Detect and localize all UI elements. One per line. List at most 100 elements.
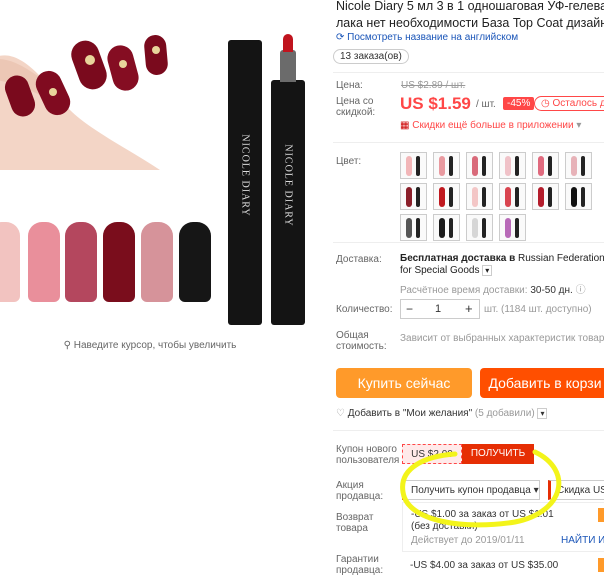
find-more-link[interactable]: НАЙТИ ИЗ — [561, 535, 604, 546]
divider — [333, 142, 604, 143]
coupon-tab-marker — [598, 508, 604, 522]
zoom-hint-text: Наведите курсор, чтобы увеличить — [73, 340, 237, 351]
bottle-5 — [141, 222, 173, 302]
color-swatch[interactable] — [433, 183, 460, 210]
color-swatch[interactable] — [400, 183, 427, 210]
swatch-pen — [515, 187, 519, 207]
guarantee-label: Гарантии продавца: — [336, 554, 383, 576]
coupon1-valid: Действует до 2019/01/11 — [411, 535, 525, 546]
color-swatch[interactable] — [400, 214, 427, 241]
qr-code-icon: ▦ — [400, 120, 410, 131]
hand-image — [0, 35, 168, 170]
swatch-pen — [416, 218, 420, 238]
plus-button[interactable]: + — [465, 301, 473, 316]
minus-button[interactable]: − — [406, 302, 413, 316]
swatch-bottle — [439, 218, 445, 238]
current-price: US $1.59 — [400, 94, 471, 113]
return-label-2: товара — [336, 523, 368, 534]
pen-brand-text-2: NICOLE DIARY — [282, 143, 294, 227]
product-image[interactable]: NICOLE DIARY NICOLE DIARY — [0, 0, 322, 330]
remaining-text: Осталось дней — [552, 98, 604, 109]
quantity-input[interactable]: 1 — [435, 303, 441, 315]
quantity-label: Количество: — [336, 304, 393, 315]
zoom-hint: ⚲ Наведите курсор, чтобы увеличить — [0, 340, 300, 351]
delivery-time-value: 30-50 дн. — [530, 285, 573, 296]
price-unit: / шт. — [476, 99, 496, 110]
remaining-badge: ◷ Осталось дней — [534, 96, 604, 111]
color-swatch[interactable] — [433, 152, 460, 179]
swatch-bottle — [406, 156, 412, 176]
total-value: Зависит от выбранных характеристик товар… — [400, 333, 604, 344]
coupon-tab-marker-2 — [598, 558, 604, 572]
delivery-time-label: Расчётное время доставки: — [400, 285, 528, 296]
swatch-pen — [515, 218, 519, 238]
swatch-pen — [581, 156, 585, 176]
total-label-1: Общая — [336, 330, 369, 341]
color-swatch[interactable] — [565, 183, 592, 210]
swatch-bottle — [538, 156, 544, 176]
guarantee-label-2: продавца: — [336, 565, 384, 576]
wishlist-count: (5 добавили) — [474, 408, 535, 419]
app-discount[interactable]: ▦ Скидки ещё больше в приложении ▾ — [400, 120, 581, 131]
app-discount-text[interactable]: Скидки ещё больше в приложении — [412, 120, 573, 131]
wishlist-text[interactable]: Добавить в "Мои желания" — [348, 408, 472, 419]
swatch-pen — [416, 187, 420, 207]
seller-promo-label: Акция продавца: — [336, 480, 383, 502]
swatch-pen — [449, 156, 453, 176]
title-line-2: лака нет необходимости База Top Coat диз… — [336, 16, 604, 30]
swatch-bottle — [406, 218, 412, 238]
color-label: Цвет: — [336, 156, 362, 167]
delivery-line2: for Special Goods ▾ — [400, 265, 493, 276]
swatch-bottle — [472, 156, 478, 176]
orders-badge: 13 заказа(ов) — [333, 49, 409, 64]
color-swatch[interactable] — [466, 152, 493, 179]
color-swatch[interactable] — [466, 214, 493, 241]
color-swatch[interactable] — [499, 214, 526, 241]
new-user-label-1: Купон нового — [336, 444, 397, 455]
seller-label-1: Акция — [336, 480, 364, 491]
color-swatch[interactable] — [565, 152, 592, 179]
chevron-down-icon[interactable]: ▾ — [537, 408, 548, 419]
guarantee-label-1: Гарантии — [336, 554, 379, 565]
pen-brand-text: NICOLE DIARY — [239, 133, 251, 217]
swatch-bottle — [571, 156, 577, 176]
quantity-stepper[interactable]: − 1 + — [400, 299, 480, 319]
translate-link-text[interactable]: Посмотреть название на английском — [347, 32, 518, 43]
delivery-label: Доставка: — [336, 254, 382, 265]
swatch-pen — [515, 156, 519, 176]
discount-price-label: Цена со скидкой: — [336, 96, 376, 118]
delivery-region[interactable]: Russian Federation — [518, 253, 604, 264]
swatch-bottle — [472, 218, 478, 238]
info-icon[interactable]: ⓘ — [576, 285, 586, 296]
divider — [333, 242, 604, 243]
color-swatch[interactable] — [400, 152, 427, 179]
add-to-cart-button[interactable]: Добавить в корзи — [480, 368, 604, 398]
old-price: US $2.89 / шт. — [401, 80, 466, 91]
translate-link[interactable]: ⟳ Посмотреть название на английском — [336, 32, 518, 43]
seller-label-2: продавца: — [336, 491, 384, 502]
color-swatch[interactable] — [466, 183, 493, 210]
bottle-4 — [103, 222, 135, 302]
swatch-pen — [449, 187, 453, 207]
swatch-pen — [449, 218, 453, 238]
title-line-1: Nicole Diary 5 мл 3 в 1 одношаговая УФ-г… — [336, 0, 604, 13]
swatch-pen — [416, 156, 420, 176]
bottle-row — [0, 222, 215, 302]
heart-icon: ♡ — [336, 408, 345, 419]
buy-now-button[interactable]: Купить сейчас — [336, 368, 472, 398]
search-icon: ⚲ — [63, 340, 71, 351]
swatch-bottle — [538, 187, 544, 207]
color-swatch[interactable] — [433, 214, 460, 241]
color-swatch[interactable] — [499, 152, 526, 179]
chevron-down-icon[interactable]: ▾ — [482, 265, 493, 276]
color-swatch[interactable] — [532, 183, 559, 210]
swatch-bottle — [571, 187, 577, 207]
bottle-1 — [0, 222, 20, 302]
delivery-free: Бесплатная доставка в — [400, 253, 516, 264]
wishlist-link[interactable]: ♡ Добавить в "Мои желания" (5 добавили) … — [336, 408, 548, 419]
delivery-time: Расчётное время доставки: 30-50 дн. ⓘ — [400, 281, 586, 296]
color-swatch[interactable] — [532, 152, 559, 179]
swatch-bottle — [439, 187, 445, 207]
color-swatch[interactable] — [499, 183, 526, 210]
swatch-pen — [482, 218, 486, 238]
